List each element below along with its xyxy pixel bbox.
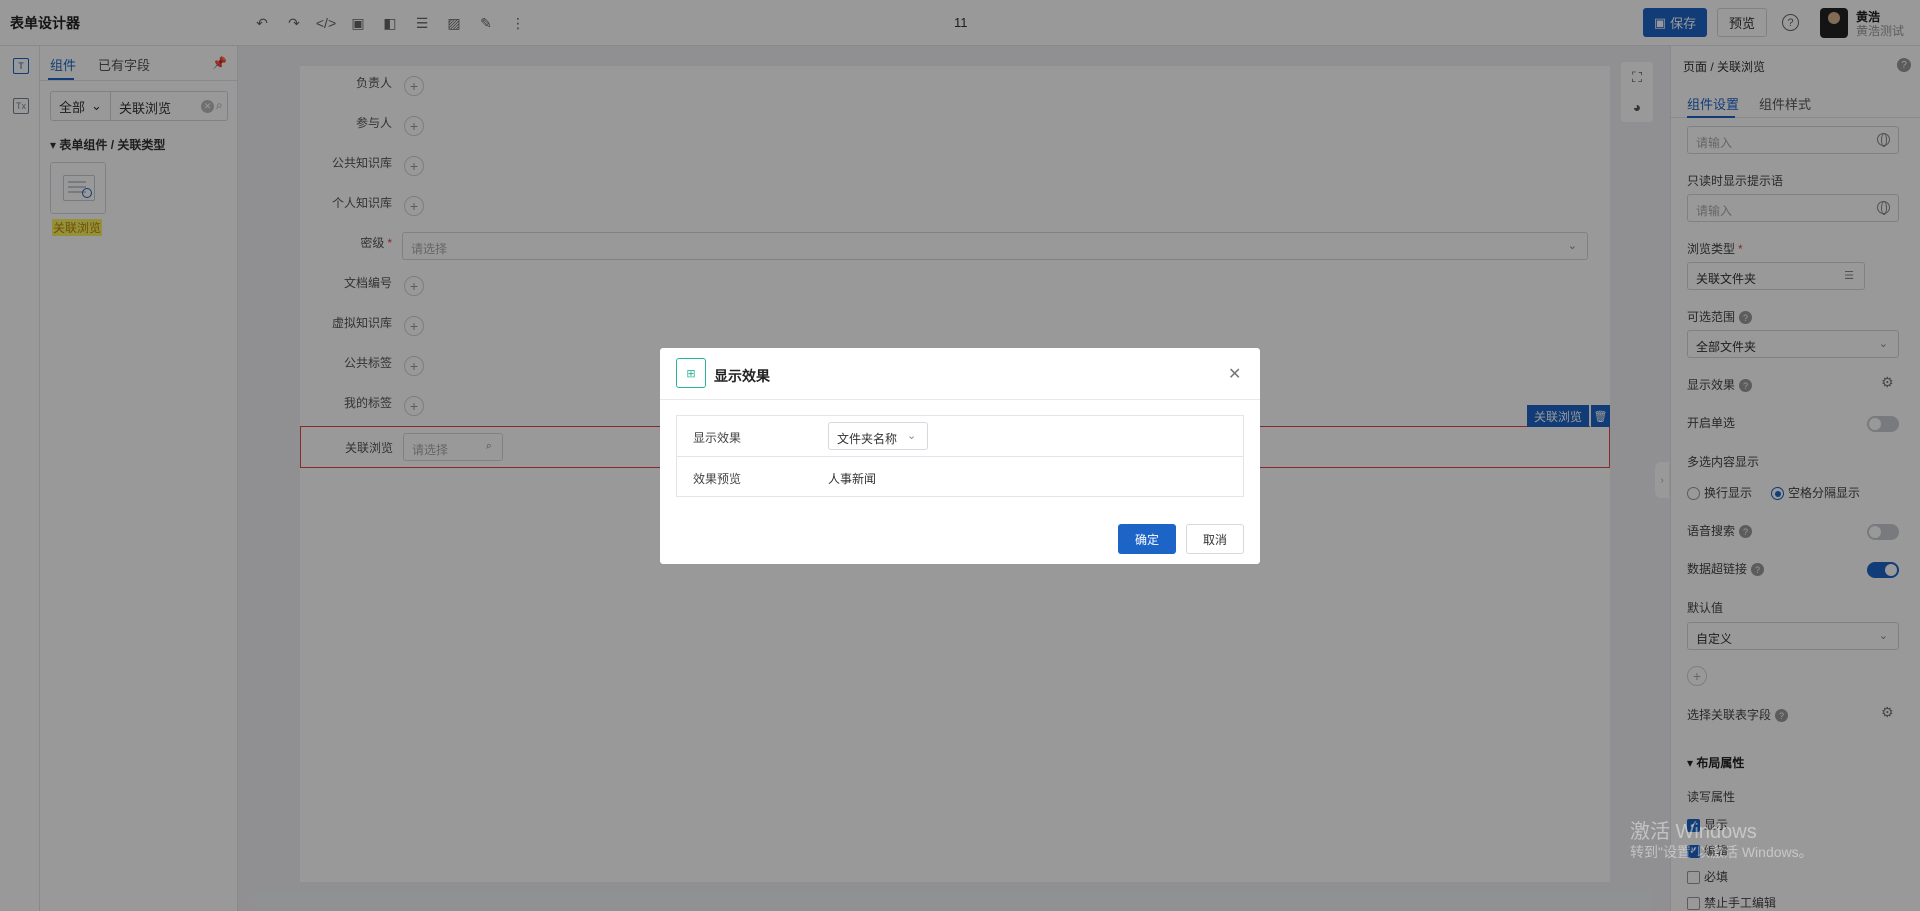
- activation-watermark-sub: 转到"设置"以激活 Windows。: [1630, 844, 1813, 860]
- display-effect-dialog: ⊞ 显示效果 ✕ 显示效果 文件夹名称 ⌄ 效果预览 人事新闻 确定 取消: [660, 348, 1260, 564]
- cancel-button[interactable]: 取消: [1186, 524, 1244, 554]
- dialog-header: ⊞ 显示效果 ✕: [660, 348, 1260, 400]
- display-effect-icon: ⊞: [676, 358, 706, 388]
- row-label: 效果预览: [693, 472, 742, 486]
- close-icon[interactable]: ✕: [1228, 364, 1241, 384]
- row-label: 显示效果: [693, 431, 742, 445]
- dialog-table: 显示效果 文件夹名称 ⌄ 效果预览 人事新闻: [676, 415, 1244, 497]
- dialog-title: 显示效果: [714, 368, 770, 384]
- activation-watermark: 激活 Windows: [1630, 821, 1757, 843]
- select-value: 文件夹名称: [837, 432, 898, 446]
- confirm-button[interactable]: 确定: [1118, 524, 1176, 554]
- table-row: 效果预览 人事新闻: [677, 456, 1243, 496]
- preview-value: 人事新闻: [828, 472, 877, 486]
- display-field-select[interactable]: 文件夹名称 ⌄: [828, 422, 928, 450]
- table-row: 显示效果 文件夹名称 ⌄: [677, 416, 1243, 456]
- chevron-down-icon: ⌄: [907, 430, 917, 442]
